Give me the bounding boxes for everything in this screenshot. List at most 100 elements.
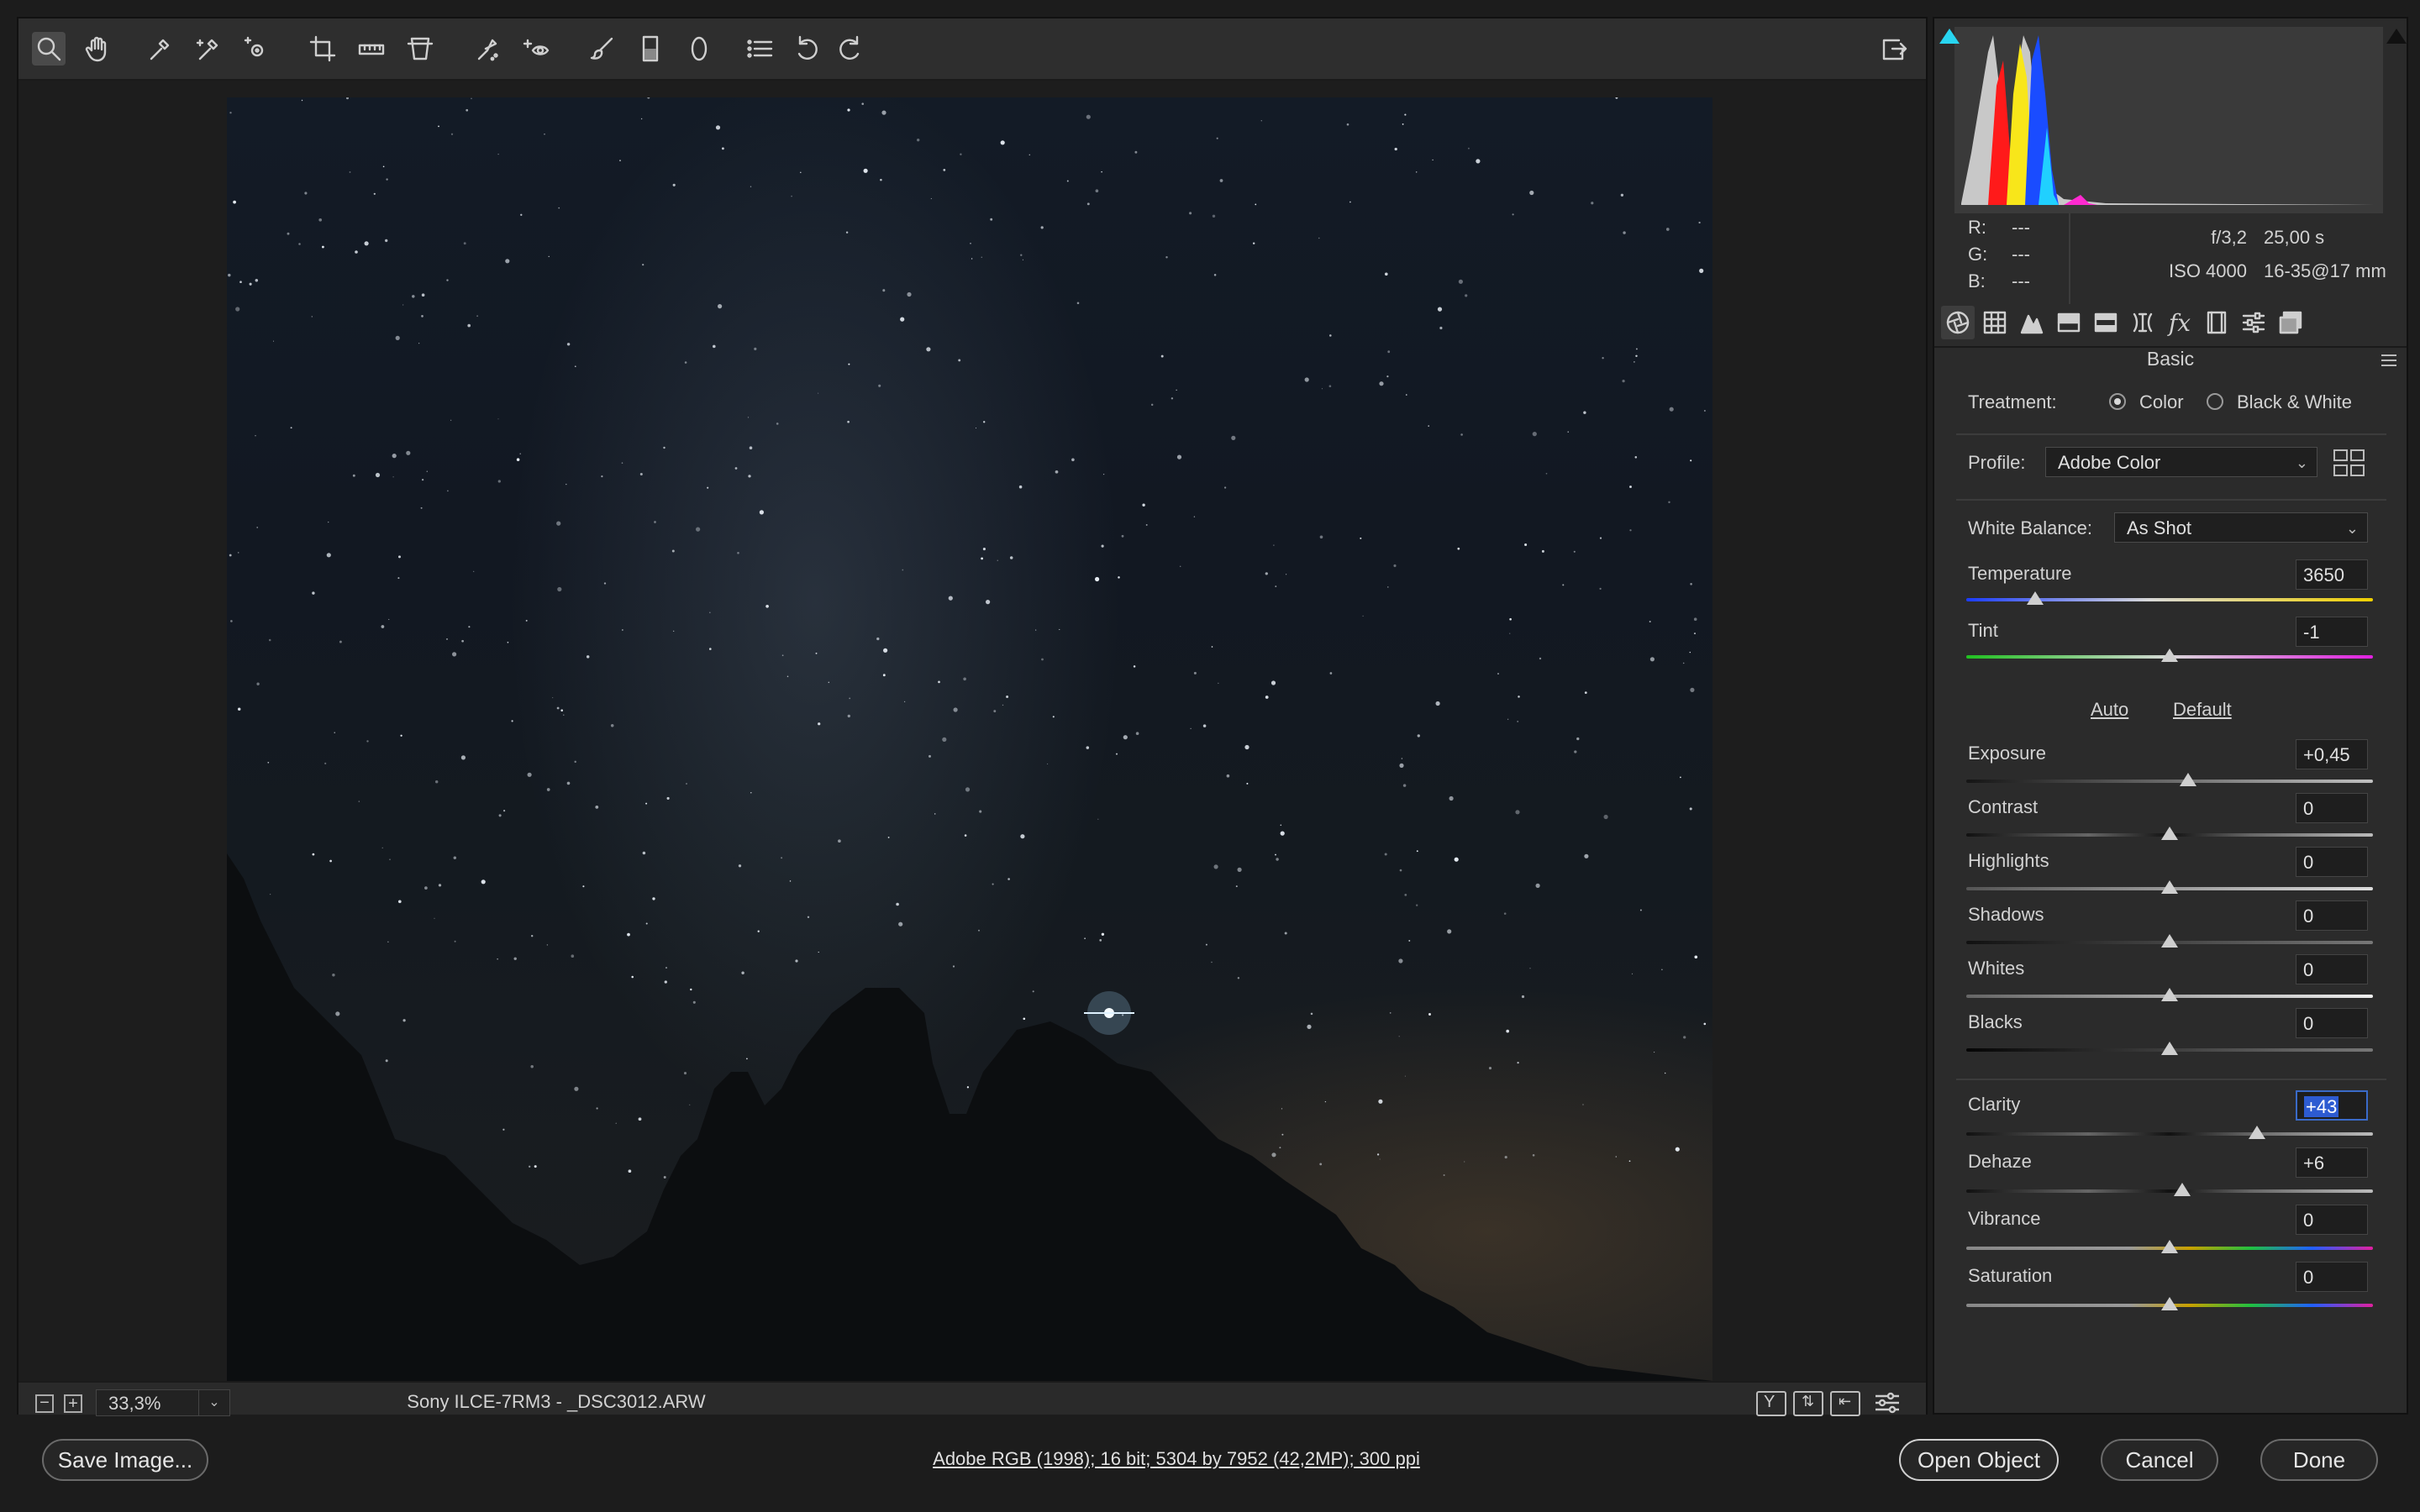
star (818, 722, 821, 726)
radial-filter-tool-icon[interactable] (682, 32, 716, 66)
treatment-color-label[interactable]: Color (2139, 391, 2184, 413)
presets-tab-icon[interactable] (2237, 306, 2270, 339)
star (1376, 1153, 1380, 1156)
star (1689, 807, 1692, 811)
shadows-thumb[interactable] (2161, 934, 2178, 948)
star (781, 857, 783, 859)
star (1115, 753, 1118, 755)
temperature-field[interactable]: 3650 (2296, 559, 2368, 590)
treatment-color-radio[interactable] (2109, 393, 2126, 410)
clarity-field[interactable]: +43 (2296, 1090, 2368, 1121)
shadow-clipping-icon[interactable] (1939, 29, 1960, 44)
r-value: --- (2012, 217, 2030, 238)
clarity-thumb[interactable] (2249, 1126, 2266, 1139)
clarity-track[interactable] (1966, 1132, 2373, 1136)
profile-dropdown[interactable]: Adobe Color ⌄ (2045, 447, 2317, 477)
exposure-track[interactable] (1966, 780, 2373, 783)
shadows-field[interactable]: 0 (2296, 900, 2368, 931)
treatment-bw-label[interactable]: Black & White (2237, 391, 2352, 413)
tint-thumb[interactable] (2161, 648, 2178, 662)
detail-tab-icon[interactable] (2015, 306, 2049, 339)
contrast-field[interactable]: 0 (2296, 793, 2368, 823)
blacks-field[interactable]: 0 (2296, 1008, 2368, 1038)
whites-field[interactable]: 0 (2296, 954, 2368, 984)
auto-button[interactable]: Auto (2091, 699, 2128, 721)
effects-tab-icon[interactable]: fx (2163, 306, 2196, 339)
save-image-button[interactable]: Save Image... (42, 1439, 208, 1481)
zoom-out-icon[interactable]: − (35, 1394, 54, 1413)
tone-curve-tab-icon[interactable] (1978, 306, 2012, 339)
star (335, 1011, 340, 1016)
dehaze-track[interactable] (1966, 1189, 2373, 1193)
done-button[interactable]: Done (2260, 1439, 2378, 1481)
star (930, 197, 932, 199)
star (1384, 853, 1387, 856)
blacks-thumb[interactable] (2161, 1042, 2178, 1055)
swap-settings-icon[interactable]: ⇅ (1793, 1391, 1823, 1416)
cancel-button[interactable]: Cancel (2101, 1439, 2218, 1481)
zoom-tool-icon[interactable] (32, 32, 66, 66)
star (1235, 885, 1238, 888)
straighten-tool-icon[interactable] (355, 32, 388, 66)
rotate-cw-icon[interactable] (834, 32, 867, 66)
white-balance-dropdown[interactable]: As Shot ⌄ (2114, 512, 2368, 543)
tint-field[interactable]: -1 (2296, 617, 2368, 647)
photo-preview[interactable] (227, 97, 1712, 1381)
saturation-thumb[interactable] (2161, 1297, 2178, 1310)
treatment-bw-radio[interactable] (2207, 393, 2223, 410)
transform-tool-icon[interactable] (403, 32, 437, 66)
star (1703, 410, 1706, 412)
crop-tool-icon[interactable] (306, 32, 339, 66)
zoom-select[interactable]: 33,3% ⌄ (96, 1389, 230, 1416)
red-eye-tool-icon[interactable] (519, 32, 553, 66)
exposure-field[interactable]: +0,45 (2296, 739, 2368, 769)
dehaze-field[interactable]: +6 (2296, 1147, 2368, 1178)
star (1690, 583, 1692, 585)
star (1223, 486, 1227, 489)
highlights-thumb[interactable] (2161, 880, 2178, 894)
workflow-options-link[interactable]: Adobe RGB (1998); 16 bit; 5304 by 7952 (… (756, 1448, 1597, 1470)
targeted-adjustment-tool-icon[interactable] (239, 32, 272, 66)
dehaze-thumb[interactable] (2173, 1183, 2191, 1196)
color-sampler-tool-icon[interactable] (192, 32, 225, 66)
star (948, 596, 953, 601)
temperature-thumb[interactable] (2027, 591, 2044, 605)
panel-menu-icon[interactable] (2380, 353, 2398, 368)
export-icon[interactable] (1877, 32, 1911, 66)
basic-tab-icon[interactable] (1941, 306, 1975, 339)
profile-browser-icon[interactable] (2333, 449, 2366, 477)
white-balance-tool-icon[interactable] (143, 32, 176, 66)
whites-thumb[interactable] (2161, 988, 2178, 1001)
star (1401, 758, 1403, 759)
copy-settings-icon[interactable]: ⇤ (1830, 1391, 1860, 1416)
star (385, 1059, 388, 1063)
star (849, 697, 851, 700)
spot-removal-tool-icon[interactable] (471, 32, 504, 66)
zoom-in-icon[interactable]: + (64, 1394, 82, 1413)
snapshots-tab-icon[interactable] (2274, 306, 2307, 339)
highlight-clipping-icon[interactable] (2386, 29, 2407, 44)
star (497, 418, 499, 420)
presets-list-icon[interactable] (743, 32, 776, 66)
calibration-tab-icon[interactable] (2200, 306, 2233, 339)
lens-corrections-tab-icon[interactable] (2126, 306, 2160, 339)
highlights-field[interactable]: 0 (2296, 847, 2368, 877)
rotate-ccw-icon[interactable] (790, 32, 823, 66)
star (1465, 294, 1468, 297)
exposure-thumb[interactable] (2179, 773, 2196, 786)
star (556, 521, 561, 526)
saturation-field[interactable]: 0 (2296, 1262, 2368, 1292)
preview-preferences-icon[interactable] (1872, 1389, 1902, 1416)
default-button[interactable]: Default (2173, 699, 2232, 721)
open-object-button[interactable]: Open Object (1899, 1439, 2059, 1481)
vibrance-thumb[interactable] (2161, 1240, 2178, 1253)
before-after-toggle-icon[interactable]: Y (1756, 1391, 1786, 1416)
split-toning-tab-icon[interactable] (2089, 306, 2123, 339)
contrast-thumb[interactable] (2161, 827, 2178, 840)
star (1599, 537, 1602, 539)
hsl-tab-icon[interactable] (2052, 306, 2086, 339)
vibrance-field[interactable]: 0 (2296, 1205, 2368, 1235)
adjustment-brush-tool-icon[interactable] (585, 32, 618, 66)
hand-tool-icon[interactable] (81, 32, 114, 66)
graduated-filter-tool-icon[interactable] (634, 32, 667, 66)
